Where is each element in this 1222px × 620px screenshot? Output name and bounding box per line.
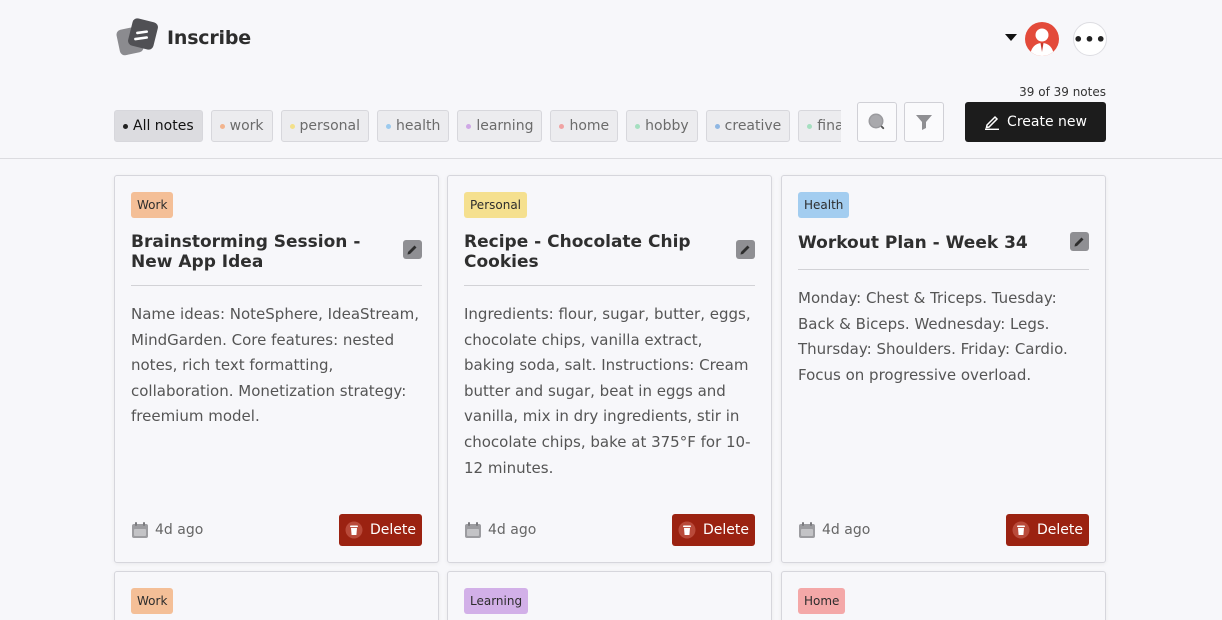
note-tag: Home xyxy=(798,588,846,614)
filter-chip-finan[interactable]: finan xyxy=(798,110,841,142)
app-logo-icon xyxy=(116,18,158,56)
app-name: Inscribe xyxy=(167,27,251,49)
tag-dot-icon xyxy=(289,123,295,129)
filter-chip-health[interactable]: health xyxy=(377,110,450,142)
filter-chip-label: hobby xyxy=(645,118,689,134)
filter-chip-label: All notes xyxy=(133,118,194,134)
note-body: Ingredients: flour, sugar, butter, eggs,… xyxy=(464,305,751,477)
note-body: Monday: Chest & Triceps. Tuesday: Back &… xyxy=(798,289,1068,384)
more-horizontal-icon: ••• xyxy=(1073,29,1107,49)
note-title: Brainstorming Session - New App Idea xyxy=(131,232,361,272)
delete-button[interactable]: Delete xyxy=(1006,514,1089,546)
divider xyxy=(798,269,1089,270)
search-icon xyxy=(868,113,885,130)
calendar-icon xyxy=(132,522,148,538)
trash-icon xyxy=(1012,521,1030,539)
filter-button[interactable] xyxy=(904,102,944,142)
filter-chip-label: work xyxy=(229,118,264,134)
edit-icon[interactable] xyxy=(736,240,755,259)
note-card[interactable]: Work Brainstorming Session - New App Ide… xyxy=(114,175,439,563)
note-title: Workout Plan - Week 34 xyxy=(798,233,1028,253)
more-options-button[interactable]: ••• xyxy=(1073,22,1107,56)
note-date: 4d ago xyxy=(464,521,536,539)
trash-icon xyxy=(345,521,363,539)
tag-dot-icon xyxy=(466,123,472,129)
avatar[interactable] xyxy=(1025,22,1059,56)
tag-dot-icon xyxy=(123,123,128,129)
tag-dot-icon xyxy=(635,123,641,129)
divider xyxy=(464,285,755,286)
pencil-icon xyxy=(985,115,1000,130)
calendar-icon xyxy=(465,522,481,538)
tag-filter-bar: All notes work personal health learning home h… xyxy=(114,110,841,142)
filter-chip-label: home xyxy=(569,118,610,134)
filter-chip-personal[interactable]: personal xyxy=(280,110,370,142)
divider xyxy=(131,285,422,286)
filter-chip-label: learning xyxy=(476,118,534,134)
notes-count: 39 of 39 notes xyxy=(1019,85,1106,99)
note-card[interactable]: Work xyxy=(114,571,439,620)
delete-button[interactable]: Delete xyxy=(339,514,422,546)
note-card[interactable]: Personal Recipe - Chocolate Chip Cookies… xyxy=(447,175,772,563)
chevron-down-icon[interactable] xyxy=(1005,34,1017,41)
search-button[interactable] xyxy=(857,102,897,142)
note-tag: Work xyxy=(131,192,174,218)
note-body: Name ideas: NoteSphere, IdeaStream, Mind… xyxy=(131,305,420,426)
trash-icon xyxy=(678,521,696,539)
note-tag: Learning xyxy=(464,588,529,614)
tag-dot-icon xyxy=(714,123,720,129)
delete-button[interactable]: Delete xyxy=(672,514,755,546)
filter-chip-home[interactable]: home xyxy=(550,110,619,142)
filter-chip-label: health xyxy=(396,118,441,134)
app-header: Inscribe ••• 39 of 39 notes All notes wor… xyxy=(0,0,1222,159)
filter-chip-all-notes[interactable]: All notes xyxy=(114,110,203,142)
filter-chip-learning[interactable]: learning xyxy=(457,110,543,142)
filter-chip-work[interactable]: work xyxy=(210,110,273,142)
note-card[interactable]: Home xyxy=(781,571,1106,620)
filter-chip-label: finan xyxy=(817,118,841,134)
note-tag: Work xyxy=(131,588,174,614)
filter-chip-label: creative xyxy=(724,118,782,134)
create-new-button[interactable]: Create new xyxy=(965,102,1106,142)
filter-chip-hobby[interactable]: hobby xyxy=(626,110,698,142)
note-title: Recipe - Chocolate Chip Cookies xyxy=(464,232,691,272)
note-card[interactable]: Learning xyxy=(447,571,772,620)
filter-icon xyxy=(916,115,932,130)
edit-icon[interactable] xyxy=(1070,232,1089,251)
tag-dot-icon xyxy=(559,123,565,129)
note-tag: Health xyxy=(798,192,850,218)
note-date: 4d ago xyxy=(798,521,870,539)
edit-icon[interactable] xyxy=(403,240,422,259)
note-card[interactable]: Health Workout Plan - Week 34 Monday: Ch… xyxy=(781,175,1106,563)
tag-dot-icon xyxy=(807,123,813,129)
calendar-icon xyxy=(799,522,815,538)
tag-dot-icon xyxy=(386,123,392,129)
note-date: 4d ago xyxy=(131,521,203,539)
tag-dot-icon xyxy=(219,123,225,129)
filter-chip-label: personal xyxy=(299,118,361,134)
note-tag: Personal xyxy=(464,192,528,218)
filter-chip-creative[interactable]: creative xyxy=(705,110,791,142)
